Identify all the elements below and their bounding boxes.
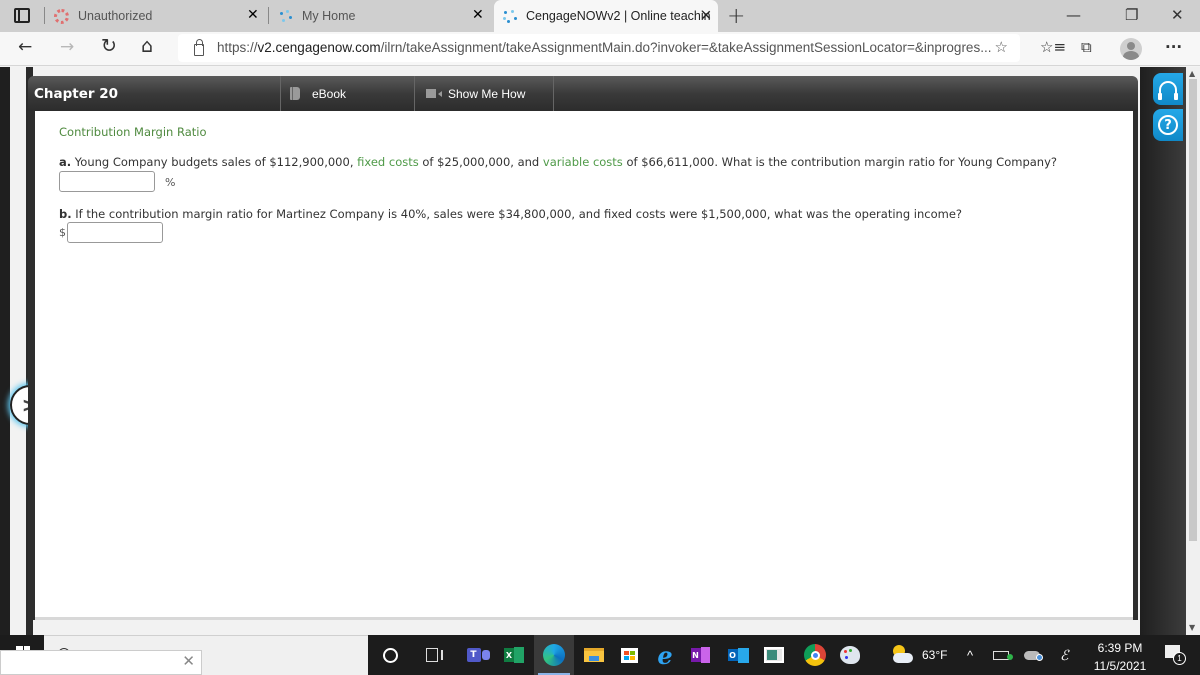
tab-unauthorized[interactable]: Unauthorized [54, 0, 269, 32]
tab-actions-icon[interactable] [14, 8, 30, 23]
tab-title: CengageNOWv2 | Online teachin [526, 9, 711, 23]
chapter-header-bar: Chapter 20 eBook Show Me How [28, 76, 1138, 111]
outlook-icon[interactable]: O [718, 635, 758, 675]
answer-a-input[interactable] [59, 171, 155, 192]
file-explorer-icon[interactable] [574, 635, 614, 675]
partly-cloudy-icon [890, 645, 914, 665]
excel-icon[interactable]: X [494, 635, 534, 675]
refresh-icon[interactable]: ↻ [101, 35, 117, 57]
assignment-frame: Chapter 20 eBook Show Me How Contributio… [28, 76, 1138, 636]
task-view-icon[interactable] [414, 635, 454, 675]
profile-avatar[interactable] [1120, 38, 1142, 60]
add-favorite-icon[interactable]: ☆ [995, 38, 1008, 56]
close-icon[interactable]: ✕ [182, 652, 195, 670]
onedrive-icon[interactable] [1024, 635, 1043, 675]
answer-b-input[interactable] [67, 222, 163, 243]
question-content: Contribution Margin Ratio a. Young Compa… [35, 111, 1133, 620]
action-center-button[interactable]: 1 [1163, 644, 1186, 666]
tab-title: My Home [302, 9, 356, 23]
tab-title: Unauthorized [78, 9, 153, 23]
address-bar[interactable]: https://v2.cengagenow.com/ilrn/takeAssig… [178, 34, 1020, 62]
minimize-icon[interactable]: — [1066, 6, 1081, 24]
cengage-icon [278, 9, 293, 24]
weather-temperature: 63°F [922, 648, 948, 662]
close-window-icon[interactable]: ✕ [1171, 6, 1184, 24]
video-icon [426, 89, 436, 98]
cortana-icon[interactable] [370, 635, 410, 675]
internet-explorer-icon[interactable]: e [645, 635, 685, 675]
favorites-icon[interactable]: ☆≡ [1040, 38, 1066, 56]
more-options-icon[interactable]: ··· [1165, 38, 1182, 56]
battery-icon[interactable] [993, 635, 1013, 675]
edge-icon[interactable] [534, 635, 574, 675]
page-scrollbar[interactable]: ▲ ▼ [1186, 67, 1200, 635]
bar-divider [553, 76, 554, 111]
page-viewport: > Chapter 20 eBook Show Me How Contribut… [0, 67, 1200, 635]
paint-icon[interactable] [830, 635, 870, 675]
ebook-label: eBook [312, 86, 347, 101]
scroll-up-icon[interactable]: ▲ [1189, 69, 1195, 78]
tab-separator [44, 7, 45, 24]
question-b: b. If the contribution margin ratio for … [59, 207, 963, 221]
ebook-button[interactable]: eBook [290, 76, 414, 111]
bar-divider [414, 76, 415, 111]
question-a: a. Young Company budgets sales of $112,9… [59, 155, 1057, 169]
new-tab-button[interactable]: + [727, 4, 745, 29]
home-icon[interactable]: ⌂ [141, 35, 153, 57]
weather-widget[interactable]: 63°F [890, 635, 947, 675]
show-me-how-button[interactable]: Show Me How [426, 76, 552, 111]
system-clock[interactable]: 6:39 PM 11/5/2021 [1080, 639, 1160, 675]
bar-divider [280, 76, 281, 111]
right-tool-rail [1140, 67, 1186, 635]
browser-tab-strip: Unauthorized ✕ My Home ✕ CengageNOWv2 | … [0, 0, 1200, 32]
left-rail [0, 67, 10, 635]
tab-cengagenow[interactable]: CengageNOWv2 | Online teachin ✕ [494, 0, 718, 32]
lock-icon[interactable] [194, 39, 204, 56]
close-tab-icon[interactable]: ✕ [247, 7, 259, 23]
section-title: Contribution Margin Ratio [59, 125, 207, 139]
tab-my-home[interactable]: My Home [278, 0, 478, 32]
help-button[interactable]: ? [1153, 109, 1183, 141]
scrollbar-thumb[interactable] [1189, 79, 1197, 541]
restore-icon[interactable]: ❐ [1125, 6, 1138, 24]
book-icon [290, 87, 300, 100]
forward-icon[interactable]: → [60, 37, 74, 57]
back-icon[interactable]: ← [18, 37, 32, 57]
browser-toolbar: ← → ↻ ⌂ https://v2.cengagenow.com/ilrn/t… [0, 32, 1200, 66]
tab-separator [268, 7, 269, 24]
clock-date: 11/5/2021 [1093, 659, 1147, 673]
chapter-title: Chapter 20 [34, 86, 119, 102]
pen-workspace-icon[interactable]: ℰ [1060, 635, 1068, 675]
content-frame: Contribution Margin Ratio a. Young Compa… [28, 111, 1138, 620]
windows-taskbar: ✕ T X e N O 63°F ^ ℰ 6:39 PM 11/5/2021 1 [0, 635, 1200, 675]
close-tab-icon[interactable]: ✕ [700, 7, 712, 24]
news-icon[interactable] [754, 635, 794, 675]
store-icon[interactable] [609, 635, 649, 675]
search-popup: ✕ [0, 650, 202, 675]
onenote-icon[interactable]: N [680, 635, 720, 675]
support-button[interactable] [1153, 73, 1183, 105]
clock-time: 6:39 PM [1097, 641, 1143, 655]
dollar-prefix: $ [59, 226, 66, 239]
fixed-costs-term-link[interactable]: fixed costs [357, 155, 419, 169]
collections-icon[interactable]: ⧉ [1081, 38, 1092, 56]
scroll-down-icon[interactable]: ▼ [1189, 623, 1195, 632]
chrome-icon[interactable] [795, 635, 835, 675]
cengage-loading-icon [502, 9, 517, 24]
headset-icon [1158, 81, 1178, 100]
variable-costs-term-link[interactable]: variable costs [543, 155, 623, 169]
close-tab-icon[interactable]: ✕ [472, 7, 484, 23]
show-hidden-icons-icon[interactable]: ^ [967, 635, 973, 675]
canvas-icon [54, 8, 69, 24]
url-text[interactable]: https://v2.cengagenow.com/ilrn/takeAssig… [217, 40, 991, 55]
notification-count-badge: 1 [1173, 652, 1186, 665]
teams-icon[interactable]: T [458, 635, 498, 675]
show-me-how-label: Show Me How [448, 86, 526, 101]
question-mark-icon: ? [1158, 115, 1178, 135]
percent-unit: % [165, 176, 176, 189]
